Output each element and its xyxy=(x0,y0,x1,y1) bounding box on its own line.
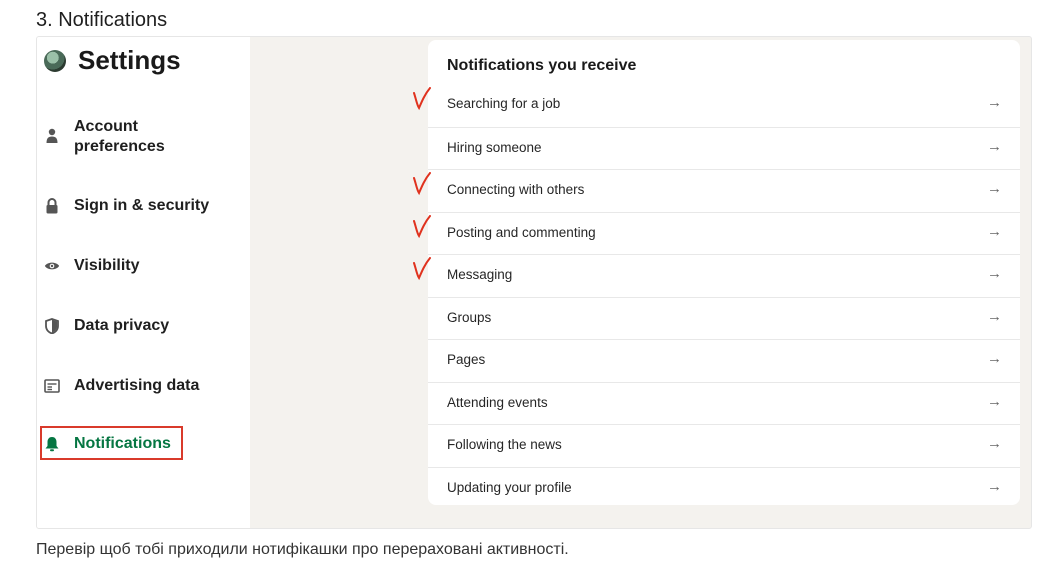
notification-row[interactable]: Searching for a job → xyxy=(428,84,1020,126)
highlight-box xyxy=(40,426,183,460)
avatar[interactable] xyxy=(44,49,66,72)
person-icon xyxy=(44,128,60,144)
checkmark-icon xyxy=(413,87,431,111)
arrow-right-icon: → xyxy=(987,477,1002,495)
notification-row[interactable]: Hiring someone → xyxy=(428,126,1020,169)
notification-row[interactable]: Posting and commenting → xyxy=(428,211,1020,254)
doc-caption: Перевір щоб тобі приходили нотифікашки п… xyxy=(36,541,569,558)
notification-row[interactable]: Connecting with others → xyxy=(428,169,1020,211)
arrow-right-icon: → xyxy=(987,435,1002,452)
arrow-right-icon: → xyxy=(987,222,1002,240)
sidebar-item-label: Sign in & security xyxy=(74,197,210,214)
notification-row[interactable]: Messaging → xyxy=(428,254,1020,296)
sidebar-item-label: Advertising data xyxy=(74,377,200,394)
sidebar-item-visibility[interactable]: Visibility xyxy=(37,255,250,277)
notification-row-label: Hiring someone xyxy=(447,139,542,155)
shield-icon xyxy=(44,318,60,334)
notification-row-label: Following the news xyxy=(447,437,562,452)
notification-row[interactable]: Updating your profile → xyxy=(428,466,1020,509)
card-title: Notifications you receive xyxy=(447,57,637,74)
sidebar-item-label: Account preferences xyxy=(74,118,165,155)
arrow-right-icon: → xyxy=(987,307,1002,325)
checkmark-icon xyxy=(413,214,431,238)
notification-row-label: Messaging xyxy=(447,267,513,282)
notification-row[interactable]: Attending events → xyxy=(428,381,1020,424)
arrow-right-icon: → xyxy=(987,94,1002,111)
sidebar-item-label: Data privacy xyxy=(74,317,170,334)
settings-screenshot: Settings Account preferences Sign in & s… xyxy=(36,36,1032,529)
doc-heading: 3. Notifications xyxy=(36,9,168,31)
notification-row[interactable]: Groups → xyxy=(428,296,1020,339)
sidebar-item-data-privacy[interactable]: Data privacy xyxy=(37,315,250,337)
lock-icon xyxy=(44,198,60,214)
sidebar-item-label: Visibility xyxy=(74,257,140,274)
arrow-right-icon: → xyxy=(987,265,1002,282)
notification-row-label: Posting and commenting xyxy=(447,224,596,240)
eye-icon xyxy=(44,258,60,274)
sidebar-item-sign-in-security[interactable]: Sign in & security xyxy=(37,195,250,217)
notification-row-label: Connecting with others xyxy=(447,182,585,197)
settings-title: Settings xyxy=(78,45,181,75)
notification-row-label: Attending events xyxy=(447,394,548,410)
arrow-right-icon: → xyxy=(987,350,1002,367)
notification-row-label: Updating your profile xyxy=(447,479,572,495)
notification-row[interactable]: Following the news → xyxy=(428,424,1020,466)
notification-row-label: Searching for a job xyxy=(447,96,561,111)
arrow-right-icon: → xyxy=(987,137,1002,155)
sidebar-item-advertising-data[interactable]: Advertising data xyxy=(37,375,250,397)
checkmark-icon xyxy=(413,172,431,196)
notification-row[interactable]: Pages → xyxy=(428,339,1020,381)
sidebar-item-account-preferences[interactable]: Account preferences xyxy=(37,115,250,159)
notification-row-label: Pages xyxy=(447,352,486,367)
notifications-card: Notifications you receive Searching for … xyxy=(413,40,1020,505)
ad-icon xyxy=(44,378,60,394)
settings-sidebar: Settings Account preferences Sign in & s… xyxy=(37,37,250,528)
checkmark-icon xyxy=(413,257,431,281)
notification-row-label: Groups xyxy=(447,309,492,325)
settings-header: Settings xyxy=(44,45,181,76)
arrow-right-icon: → xyxy=(987,180,1002,197)
arrow-right-icon: → xyxy=(987,392,1002,410)
